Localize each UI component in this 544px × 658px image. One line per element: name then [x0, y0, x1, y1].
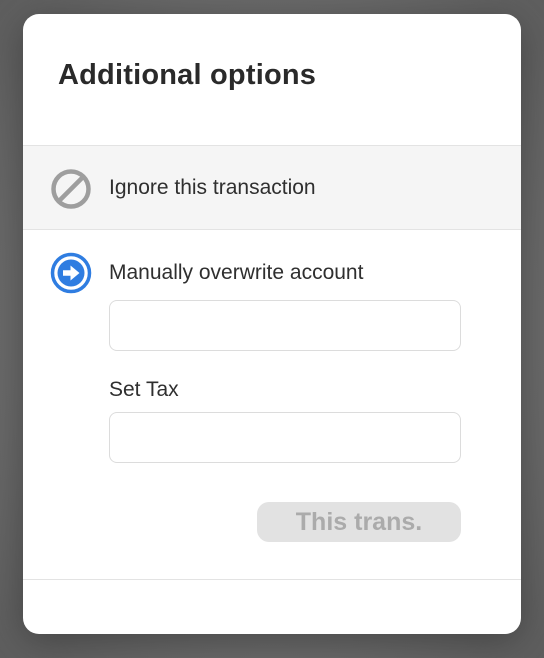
account-input[interactable] [109, 300, 461, 351]
apply-this-transaction-button[interactable]: This trans. [257, 502, 461, 542]
additional-options-modal: Additional options Ignore this transacti… [23, 14, 521, 634]
set-tax-label: Set Tax [109, 378, 179, 401]
ignore-transaction-option[interactable]: Ignore this transaction [23, 146, 521, 230]
tax-input[interactable] [109, 412, 461, 463]
modal-title: Additional options [58, 59, 317, 91]
ignore-transaction-label: Ignore this transaction [109, 176, 316, 199]
overwrite-account-option: Manually overwrite account Set Tax This … [23, 230, 521, 580]
overwrite-account-label: Manually overwrite account [109, 261, 364, 284]
arrow-right-circle-icon[interactable] [50, 252, 92, 294]
modal-header: Additional options [23, 14, 521, 146]
ban-icon [50, 168, 92, 210]
